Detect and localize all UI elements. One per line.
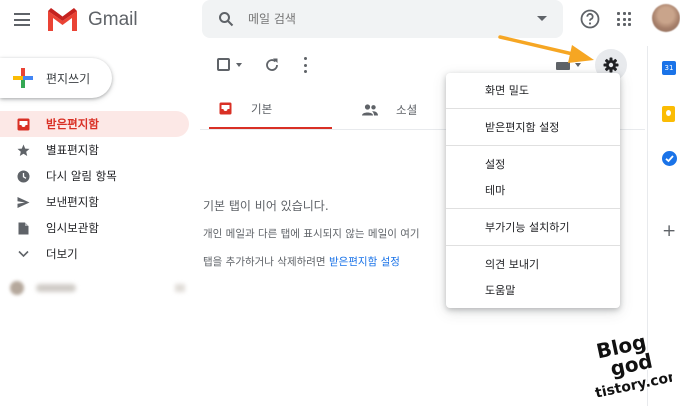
select-options-icon[interactable] — [236, 63, 242, 67]
menu-item-display-density[interactable]: 화면 밀도 — [446, 77, 620, 103]
blog-watermark: Blog god tistory.com — [592, 330, 672, 398]
sidebar-item-label: 보낸편지함 — [46, 195, 99, 209]
app-name: Gmail — [88, 9, 138, 30]
refresh-icon[interactable] — [264, 57, 280, 73]
menu-item-send-feedback[interactable]: 의견 보내기 — [446, 251, 620, 277]
gmail-logo[interactable] — [46, 7, 79, 31]
apps-grid-icon[interactable] — [617, 12, 631, 26]
pointer-arrow-annotation — [498, 35, 594, 63]
avatar[interactable] — [652, 4, 680, 32]
help-icon[interactable] — [580, 9, 600, 29]
star-icon — [16, 143, 30, 157]
search-icon[interactable] — [218, 11, 234, 27]
sidebar-item-starred[interactable]: 별표편지함 — [0, 137, 189, 163]
empty-state-hint-text: 탭을 추가하거나 삭제하려면 — [203, 256, 329, 268]
sidebar-nav: 받은편지함 별표편지함 다시 알림 항목 보낸편지함 임시보관함 더보기 — [0, 111, 189, 267]
tab-social[interactable]: 소셜 — [354, 90, 454, 130]
inbox-icon — [16, 117, 30, 131]
chevron-down-icon — [16, 247, 30, 261]
menu-divider — [446, 145, 620, 146]
main-menu-icon[interactable] — [14, 13, 30, 26]
sidebar-item-label: 받은편지함 — [46, 117, 99, 131]
search-bar[interactable] — [202, 0, 563, 38]
sidebar-item-sent[interactable]: 보낸편지함 — [0, 189, 189, 215]
tasks-icon[interactable] — [662, 151, 677, 166]
tab-label: 기본 — [251, 101, 273, 116]
sidebar-item-drafts[interactable]: 임시보관함 — [0, 215, 189, 241]
more-options-icon[interactable] — [303, 57, 307, 73]
empty-state-description: 개인 메일과 다른 탭에 표시되지 않는 메일이 여기 — [203, 228, 420, 240]
compose-label: 편지쓰기 — [46, 71, 91, 86]
people-icon — [362, 102, 378, 118]
inbox-settings-link[interactable]: 받은편지함 설정 — [329, 256, 400, 268]
draft-icon — [16, 221, 30, 235]
add-addon-icon[interactable]: + — [662, 223, 676, 240]
sidebar-item-label: 별표편지함 — [46, 143, 99, 157]
menu-item-settings[interactable]: 설정 — [446, 151, 620, 177]
search-input[interactable] — [248, 7, 518, 31]
menu-item-configure-inbox[interactable]: 받은편지함 설정 — [446, 114, 620, 140]
sidebar-item-label: 임시보관함 — [46, 221, 99, 235]
tab-label: 소셜 — [396, 103, 418, 117]
send-icon — [16, 195, 30, 209]
sidebar-item-inbox[interactable]: 받은편지함 — [0, 111, 189, 137]
menu-divider — [446, 208, 620, 209]
menu-divider — [446, 108, 620, 109]
plus-icon — [13, 68, 33, 88]
select-all-checkbox[interactable] — [217, 58, 230, 71]
clock-icon — [16, 169, 30, 183]
sidebar-item-snoozed[interactable]: 다시 알림 항목 — [0, 163, 189, 189]
compose-button[interactable]: 편지쓰기 — [0, 58, 112, 98]
menu-item-themes[interactable]: 테마 — [446, 177, 620, 203]
sidebar-item-label: 다시 알림 항목 — [46, 169, 117, 183]
empty-state-hint: 탭을 추가하거나 삭제하려면 받은편지함 설정 — [203, 254, 400, 269]
inbox-icon — [217, 101, 233, 117]
gear-icon — [603, 57, 619, 73]
menu-item-get-addons[interactable]: 부가기능 설치하기 — [446, 214, 620, 240]
keep-icon[interactable] — [662, 106, 675, 122]
calendar-icon[interactable]: 31 — [662, 61, 676, 75]
menu-divider — [446, 245, 620, 246]
settings-menu: 화면 밀도 받은편지함 설정 설정 테마 부가기능 설치하기 의견 보내기 도움… — [446, 73, 620, 308]
search-options-icon[interactable] — [537, 16, 547, 21]
sidebar-item-more[interactable]: 더보기 — [0, 241, 189, 267]
calendar-day: 31 — [664, 64, 674, 72]
tab-primary[interactable]: 기본 — [209, 90, 332, 130]
empty-state-title: 기본 탭이 비어 있습니다. — [203, 199, 329, 213]
hangouts-user-blurred[interactable] — [10, 278, 185, 298]
menu-item-help[interactable]: 도움말 — [446, 277, 620, 303]
sidebar-item-label: 더보기 — [46, 247, 78, 261]
